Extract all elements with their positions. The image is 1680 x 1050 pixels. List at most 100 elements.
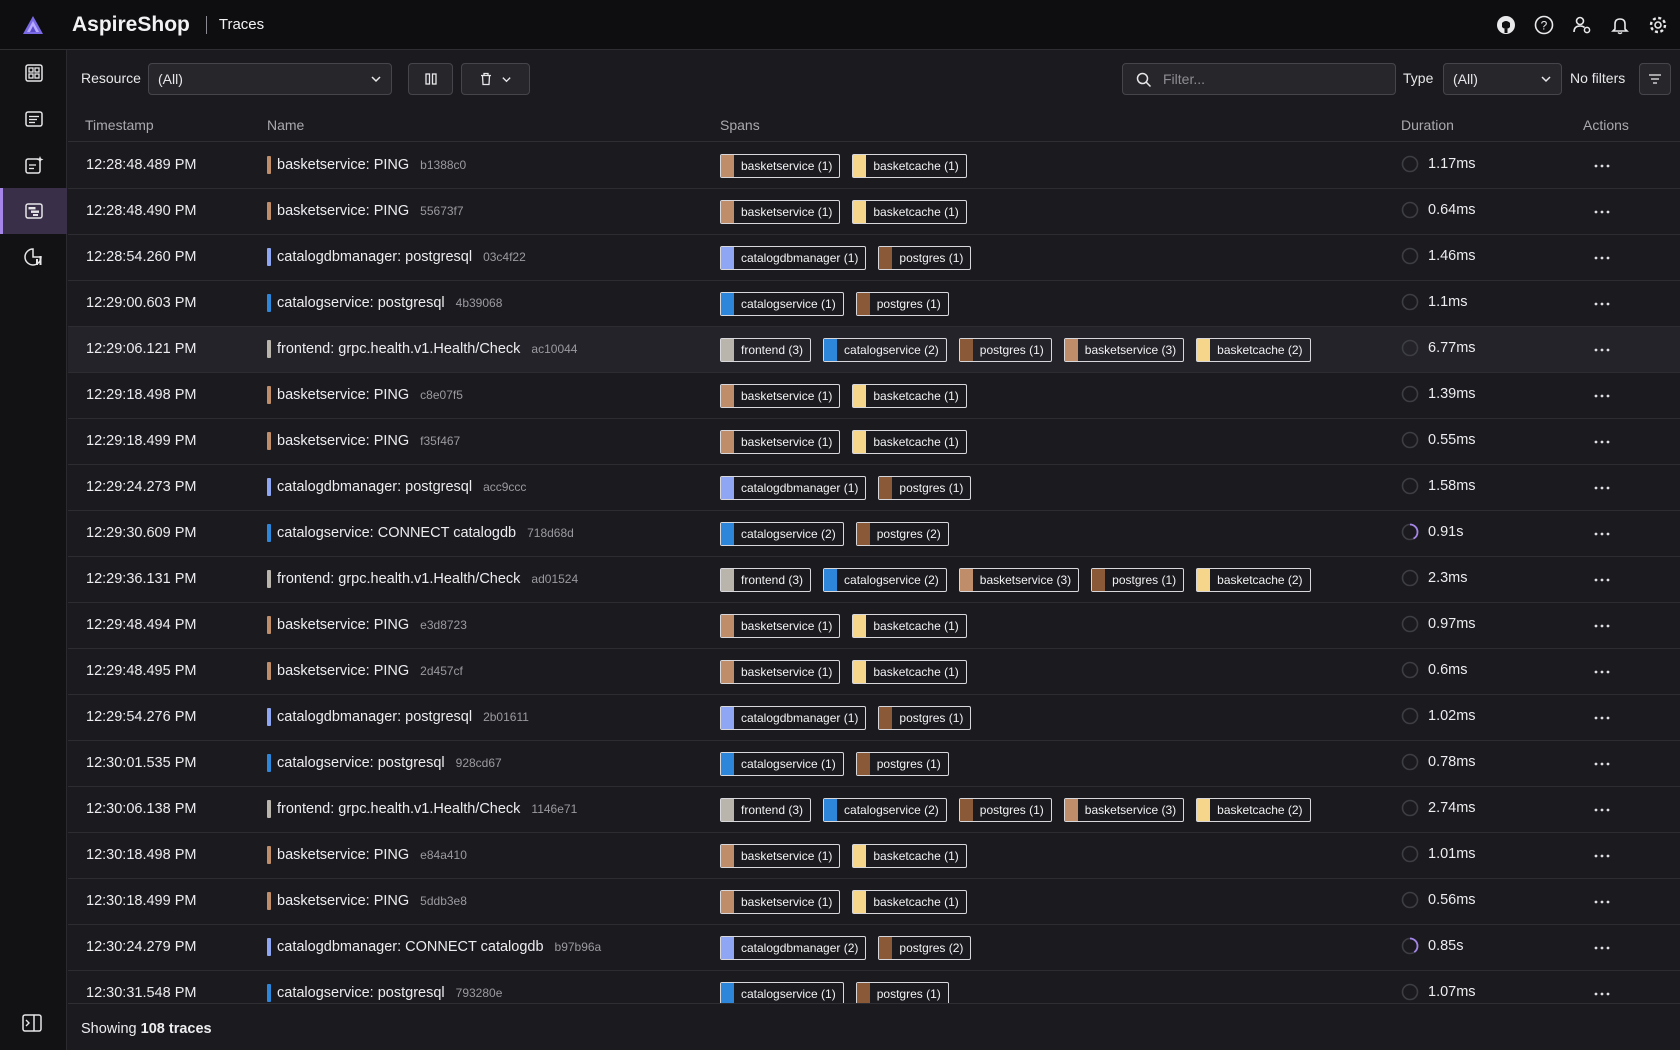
nav-structured-logs[interactable]: [0, 142, 67, 188]
row-actions-button[interactable]: [1588, 706, 1616, 730]
trace-name[interactable]: frontend: grpc.health.v1.Health/Check: [277, 341, 520, 357]
trace-name[interactable]: basketservice: PING: [277, 617, 409, 633]
trace-row[interactable]: 12:28:48.489 PM basketservice: PING b1388c…: [68, 143, 1680, 189]
trace-name[interactable]: basketservice: PING: [277, 663, 409, 679]
trace-row[interactable]: 12:29:36.131 PM frontend: grpc.health.v1.…: [68, 557, 1680, 603]
trace-name[interactable]: basketservice: PING: [277, 847, 409, 863]
col-timestamp[interactable]: Timestamp: [85, 117, 154, 133]
type-select[interactable]: (All): [1443, 63, 1562, 95]
row-actions-button[interactable]: [1588, 936, 1616, 960]
row-actions-button[interactable]: [1588, 522, 1616, 546]
trace-row[interactable]: 12:28:54.260 PM catalogdbmanager: postgre…: [68, 235, 1680, 281]
span-chip-label: basketcache (1): [873, 435, 959, 449]
row-actions-button[interactable]: [1588, 890, 1616, 914]
app-title[interactable]: AspireShop: [72, 13, 190, 37]
row-actions-button[interactable]: [1588, 246, 1616, 270]
trace-row[interactable]: 12:30:18.499 PM basketservice: PING 5ddb3e…: [68, 879, 1680, 925]
trace-row[interactable]: 12:29:06.121 PM frontend: grpc.health.v1.…: [68, 327, 1680, 373]
filters-button[interactable]: [1639, 63, 1671, 95]
title-divider: [205, 15, 207, 34]
trace-name[interactable]: frontend: grpc.health.v1.Health/Check: [277, 571, 520, 587]
trace-name[interactable]: catalogdbmanager: postgresql: [277, 479, 472, 495]
duration-ring-icon: [1401, 569, 1419, 587]
trace-row[interactable]: 12:29:30.609 PM catalogservice: CONNECT c…: [68, 511, 1680, 557]
nav-metrics[interactable]: [0, 234, 67, 280]
trace-name[interactable]: basketservice: PING: [277, 433, 409, 449]
row-actions-button[interactable]: [1588, 384, 1616, 408]
span-chip: postgres (2): [878, 936, 972, 960]
trace-name[interactable]: catalogservice: CONNECT catalogdb: [277, 525, 516, 541]
resource-select[interactable]: (All): [148, 63, 392, 95]
trace-name[interactable]: basketservice: PING: [277, 387, 409, 403]
trace-name[interactable]: frontend: grpc.health.v1.Health/Check: [277, 801, 520, 817]
duration-ring-icon: [1401, 201, 1419, 219]
user-settings-icon[interactable]: [1572, 15, 1592, 35]
span-chip: postgres (1): [878, 476, 972, 500]
row-actions-button[interactable]: [1588, 798, 1616, 822]
trace-row[interactable]: 12:29:00.603 PM catalogservice: postgresq…: [68, 281, 1680, 327]
row-actions-button[interactable]: [1588, 982, 1616, 1003]
traces-grid-header: Timestamp Name Spans Duration Actions: [68, 108, 1680, 142]
trace-row[interactable]: 12:29:48.494 PM basketservice: PING e3d872…: [68, 603, 1680, 649]
trace-name[interactable]: basketservice: PING: [277, 893, 409, 909]
trace-name[interactable]: catalogdbmanager: CONNECT catalogdb: [277, 939, 544, 955]
col-name[interactable]: Name: [267, 117, 304, 133]
trace-row[interactable]: 12:29:18.498 PM basketservice: PING c8e07f…: [68, 373, 1680, 419]
span-chip: frontend (3): [720, 568, 812, 592]
trace-row[interactable]: 12:30:31.548 PM catalogservice: postgresq…: [68, 971, 1680, 1003]
pause-icon: [424, 73, 437, 85]
trace-row[interactable]: 12:30:24.279 PM catalogdbmanager: CONNECT…: [68, 925, 1680, 971]
pause-button[interactable]: [408, 63, 453, 95]
row-actions-button[interactable]: [1588, 338, 1616, 362]
trace-row[interactable]: 12:29:24.273 PM catalogdbmanager: postgre…: [68, 465, 1680, 511]
span-chips: basketservice (1) basketcache (1): [720, 384, 967, 408]
row-actions-button[interactable]: [1588, 614, 1616, 638]
trace-name[interactable]: basketservice: PING: [277, 203, 409, 219]
row-actions-button[interactable]: [1588, 200, 1616, 224]
trace-row[interactable]: 12:30:06.138 PM frontend: grpc.health.v1.…: [68, 787, 1680, 833]
nav-console[interactable]: [0, 96, 67, 142]
row-actions-button[interactable]: [1588, 292, 1616, 316]
row-actions-button[interactable]: [1588, 568, 1616, 592]
row-actions-button[interactable]: [1588, 844, 1616, 868]
duration-value: 0.6ms: [1428, 662, 1468, 678]
trace-row[interactable]: 12:30:01.535 PM catalogservice: postgresq…: [68, 741, 1680, 787]
span-color-swatch: [1092, 569, 1106, 591]
row-actions-button[interactable]: [1588, 154, 1616, 178]
trace-row[interactable]: 12:29:48.495 PM basketservice: PING 2d457c…: [68, 649, 1680, 695]
duration-cell: 2.74ms: [1401, 799, 1476, 817]
row-actions-button[interactable]: [1588, 660, 1616, 684]
clear-traces-button[interactable]: [461, 63, 530, 95]
trace-name[interactable]: basketservice: PING: [277, 157, 409, 173]
nav-resources[interactable]: [0, 50, 67, 96]
row-actions-button[interactable]: [1588, 476, 1616, 500]
collapse-nav-button[interactable]: [22, 1014, 42, 1035]
trace-row[interactable]: 12:29:54.276 PM catalogdbmanager: postgre…: [68, 695, 1680, 741]
console-logs-icon: [24, 111, 43, 127]
trace-row[interactable]: 12:29:18.499 PM basketservice: PING f35f46…: [68, 419, 1680, 465]
trace-name[interactable]: catalogservice: postgresql: [277, 755, 445, 771]
trace-name-cell: basketservice: PING f35f467: [267, 432, 460, 450]
span-chip-label: postgres (1): [899, 711, 964, 725]
trace-name[interactable]: catalogdbmanager: postgresql: [277, 709, 472, 725]
settings-gear-icon[interactable]: [1648, 15, 1668, 35]
notifications-icon[interactable]: [1610, 15, 1630, 35]
help-icon[interactable]: ?: [1534, 15, 1554, 35]
trace-row[interactable]: 12:30:18.498 PM basketservice: PING e84a41…: [68, 833, 1680, 879]
trace-name[interactable]: catalogdbmanager: postgresql: [277, 249, 472, 265]
span-chip-label: basketservice (3): [979, 573, 1072, 587]
github-icon[interactable]: [1496, 15, 1516, 35]
aspire-logo-icon[interactable]: [0, 0, 66, 50]
more-horizontal-icon: [1594, 716, 1610, 720]
col-duration[interactable]: Duration: [1401, 117, 1454, 133]
filter-input[interactable]: [1163, 64, 1383, 94]
service-color-bar: [267, 938, 271, 956]
trace-name[interactable]: catalogservice: postgresql: [277, 295, 445, 311]
trace-row[interactable]: 12:28:48.490 PM basketservice: PING 55673f…: [68, 189, 1680, 235]
trace-name-cell: catalogservice: CONNECT catalogdb 718d68d: [267, 524, 574, 542]
row-actions-button[interactable]: [1588, 430, 1616, 454]
row-actions-button[interactable]: [1588, 752, 1616, 776]
nav-traces[interactable]: [0, 188, 67, 234]
trace-name[interactable]: catalogservice: postgresql: [277, 985, 445, 1001]
duration-cell: 0.55ms: [1401, 431, 1476, 449]
